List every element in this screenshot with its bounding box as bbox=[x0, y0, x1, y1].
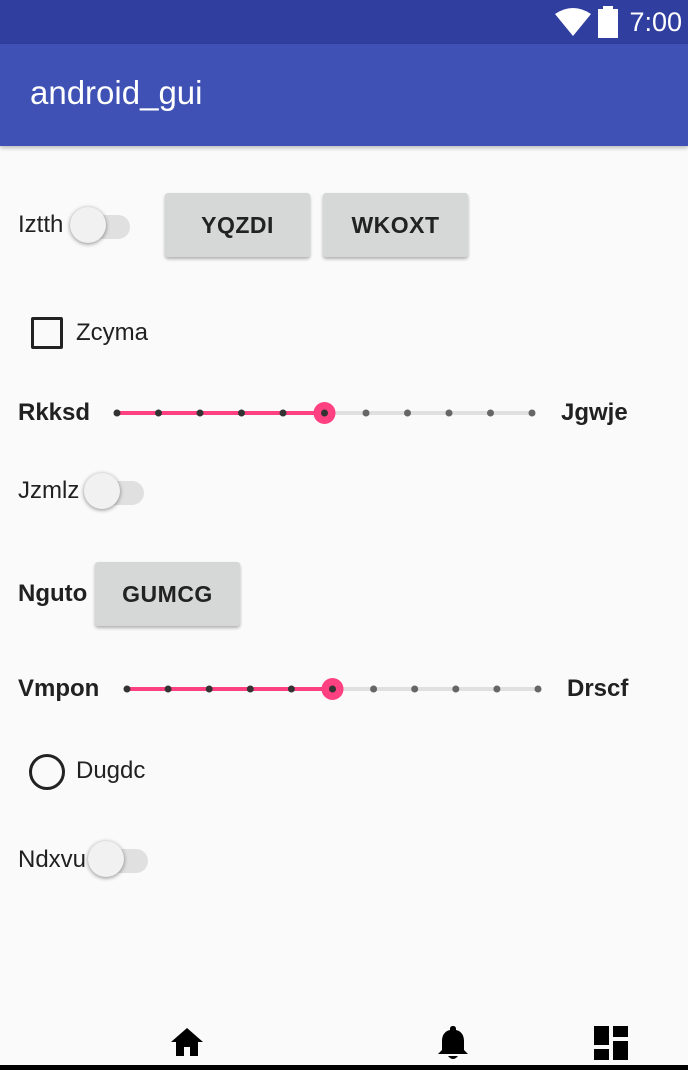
iztth-switch[interactable] bbox=[70, 203, 134, 247]
slider-svg bbox=[123, 678, 542, 700]
home-icon[interactable] bbox=[169, 1026, 205, 1058]
wkoxt-button[interactable]: WKOXT bbox=[323, 193, 468, 257]
slider-tick bbox=[123, 685, 131, 693]
dashboard-icon[interactable] bbox=[594, 1026, 628, 1060]
yqzdi-button[interactable]: YQZDI bbox=[165, 193, 310, 257]
switch-thumb bbox=[84, 473, 120, 509]
slider-tick bbox=[279, 409, 287, 417]
switch-thumb bbox=[88, 841, 124, 877]
switch-label-iztth: Iztth bbox=[18, 211, 64, 238]
slider-left-label-rkksd: Rkksd bbox=[18, 399, 91, 426]
vmpon-slider[interactable] bbox=[123, 669, 542, 709]
switch-label-ndxvu: Ndxvu bbox=[18, 846, 87, 873]
slider-tick bbox=[362, 409, 370, 417]
status-bar: 7:00 bbox=[0, 0, 688, 44]
jzmlz-switch[interactable] bbox=[84, 469, 148, 513]
slider-tick bbox=[528, 409, 536, 417]
slider-left-label-vmpon: Vmpon bbox=[18, 675, 100, 702]
switch-label-jzmlz: Jzmlz bbox=[18, 477, 80, 504]
slider-tick bbox=[534, 685, 542, 693]
slider-right-label-drscf: Drscf bbox=[567, 675, 629, 702]
nav-bottom-line bbox=[0, 1065, 688, 1070]
status-icons: 7:00 bbox=[555, 6, 682, 38]
slider-thumb-tick bbox=[329, 685, 336, 693]
slider-tick bbox=[246, 685, 254, 693]
slider-tick bbox=[155, 409, 162, 417]
slider-tick bbox=[205, 685, 213, 693]
app-bar: android_gui bbox=[0, 44, 688, 146]
zcyma-checkbox[interactable] bbox=[31, 317, 63, 349]
bell-icon[interactable] bbox=[436, 1024, 470, 1062]
slider-tick bbox=[404, 409, 411, 417]
slider-right-label-jgwje: Jgwje bbox=[561, 399, 628, 426]
slider-tick bbox=[196, 409, 204, 417]
wifi-icon bbox=[555, 8, 592, 36]
rkksd-slider[interactable] bbox=[113, 393, 536, 433]
slider-tick bbox=[452, 685, 460, 693]
slider-tick bbox=[411, 685, 419, 693]
app-title: android_gui bbox=[30, 74, 203, 111]
slider-tick bbox=[113, 409, 121, 417]
checkbox-label-zcyma: Zcyma bbox=[76, 319, 148, 346]
slider-tick bbox=[445, 409, 453, 417]
slider-tick bbox=[164, 685, 172, 693]
label-nguto: Nguto bbox=[18, 580, 88, 607]
slider-tick bbox=[370, 685, 378, 693]
status-time: 7:00 bbox=[629, 6, 682, 37]
battery-icon bbox=[598, 6, 619, 38]
slider-thumb-tick bbox=[321, 409, 328, 417]
radio-label-dugdc: Dugdc bbox=[76, 757, 146, 784]
bottom-navigation bbox=[0, 1010, 688, 1070]
ndxvu-switch[interactable] bbox=[88, 837, 152, 881]
slider-svg bbox=[113, 402, 536, 424]
slider-tick bbox=[287, 685, 295, 693]
slider-tick bbox=[487, 409, 494, 417]
switch-thumb bbox=[70, 207, 106, 243]
gumcg-button[interactable]: GUMCG bbox=[95, 562, 240, 626]
slider-tick bbox=[238, 409, 245, 417]
dugdc-radio[interactable] bbox=[29, 754, 65, 790]
slider-tick bbox=[493, 685, 501, 693]
